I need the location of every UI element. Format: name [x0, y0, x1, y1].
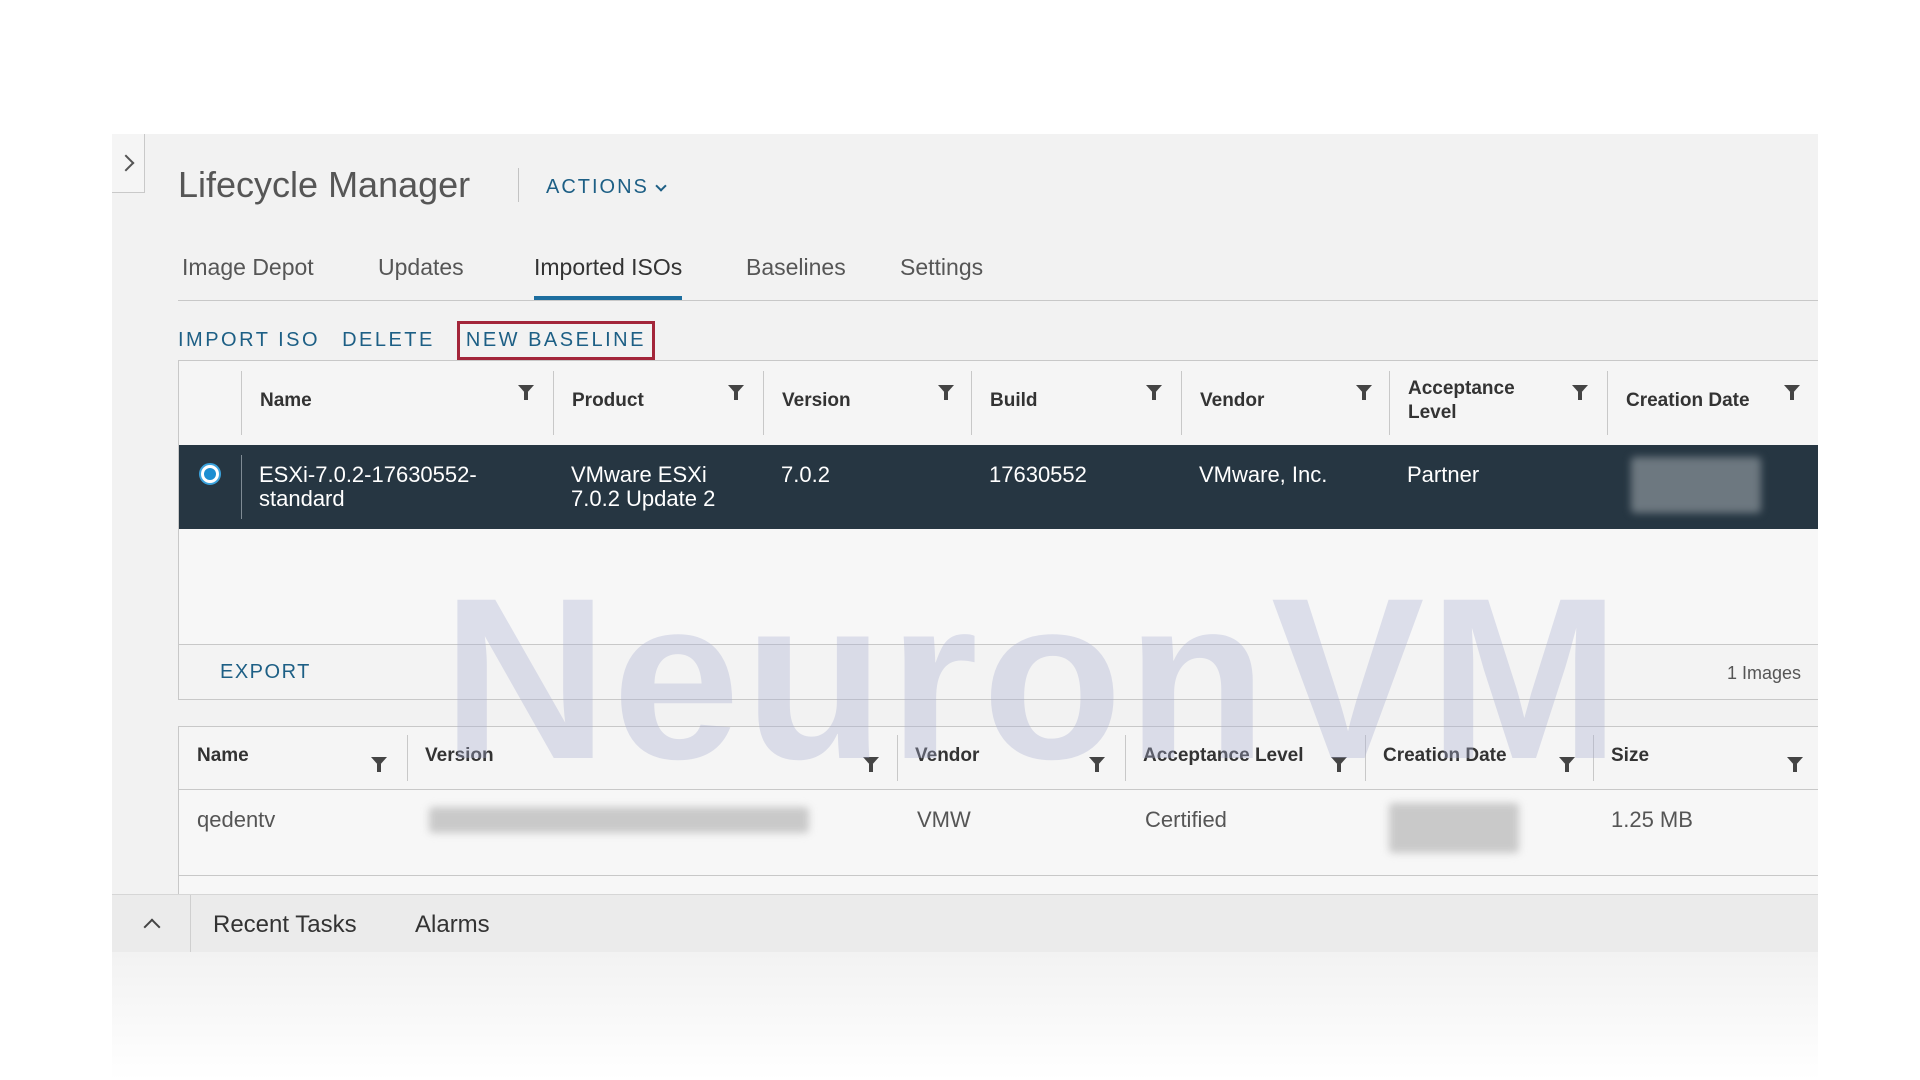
new-baseline-button[interactable]: NEW BASELINE [456, 320, 655, 360]
filter-icon[interactable] [518, 385, 534, 400]
tab-imported-isos[interactable]: Imported ISOs [534, 254, 683, 300]
column-header-vendor[interactable]: Vendor [897, 735, 1125, 781]
bottom-panel: Recent Tasks Alarms [112, 894, 1818, 952]
export-button[interactable]: EXPORT [220, 661, 311, 684]
page-title: Lifecycle Manager [178, 164, 471, 205]
table-row[interactable]: ESXi-7.0.2-17630552- standard VMware ESX… [179, 445, 1818, 529]
bottom-fade [112, 952, 1818, 1080]
expand-navigator-button[interactable] [112, 134, 145, 193]
cell-build: 17630552 [989, 462, 1087, 487]
filter-icon[interactable] [728, 385, 744, 400]
cell-acceptance-level: Partner [1407, 462, 1480, 487]
column-header-product[interactable]: Product [553, 371, 764, 435]
redacted-version [429, 807, 809, 833]
column-header-build[interactable]: Build [971, 371, 1182, 435]
chevron-down-icon [655, 179, 667, 192]
cell-name: qedentv [197, 807, 276, 832]
filter-icon[interactable] [1784, 385, 1800, 400]
filter-icon[interactable] [1559, 757, 1575, 772]
image-count: 1 Images [1726, 663, 1801, 683]
cell-vendor: VMware, Inc. [1199, 462, 1328, 487]
column-header-acceptance-level[interactable]: Acceptance Level [1125, 735, 1365, 781]
main-panel: Lifecycle Manager ACTIONS Image Depot Up… [112, 134, 1818, 952]
tab-image-depot[interactable]: Image Depot [182, 254, 314, 298]
tab-alarms[interactable]: Alarms [415, 911, 490, 939]
column-header-name[interactable]: Name [179, 735, 407, 781]
redacted-creation-date [1389, 803, 1519, 853]
grid-header: Name Version Vendor Acceptance Level Cre… [179, 727, 1818, 790]
cell-version: 7.0.2 [781, 462, 830, 487]
cell-vendor: VMW [917, 807, 971, 832]
grid-footer: EXPORT 1 Images [179, 644, 1818, 699]
row-divider [241, 455, 242, 519]
iso-toolbar: IMPORT ISO DELETE NEW BASELINE [178, 320, 677, 360]
filter-icon[interactable] [863, 757, 879, 772]
redacted-creation-date [1631, 457, 1761, 513]
tab-recent-tasks[interactable]: Recent Tasks [213, 911, 357, 939]
chevron-right-icon [117, 154, 135, 172]
actions-menu[interactable]: ACTIONS [546, 176, 667, 199]
table-row[interactable]: qedentv VMW Certified 1.25 MB [179, 789, 1818, 876]
delete-button[interactable]: DELETE [342, 329, 435, 352]
column-header-creation-date[interactable]: Creation Date [1365, 735, 1593, 781]
cell-name: ESXi-7.0.2-17630552- standard [259, 462, 477, 511]
filter-icon[interactable] [371, 757, 387, 772]
column-header-vendor[interactable]: Vendor [1181, 371, 1390, 435]
cell-size: 1.25 MB [1611, 807, 1693, 832]
tab-baselines[interactable]: Baselines [746, 254, 846, 298]
filter-icon[interactable] [938, 385, 954, 400]
imported-isos-grid: Name Product Version Build Vendor Accept… [178, 360, 1818, 700]
import-iso-button[interactable]: IMPORT ISO [178, 329, 320, 352]
column-header-creation-date[interactable]: Creation Date [1607, 371, 1818, 435]
title-divider [518, 168, 519, 202]
column-header-version[interactable]: Version [763, 371, 972, 435]
radio-selected-icon[interactable] [199, 463, 221, 485]
filter-icon[interactable] [1089, 757, 1105, 772]
column-header-acceptance-level[interactable]: Acceptance Level [1389, 371, 1608, 435]
cell-product: VMware ESXi 7.0.2 Update 2 [571, 462, 716, 511]
filter-icon[interactable] [1146, 385, 1162, 400]
cell-acceptance-level: Certified [1145, 807, 1227, 832]
tab-bar: Image Depot Updates Imported ISOs Baseli… [178, 254, 1818, 301]
filter-icon[interactable] [1572, 385, 1588, 400]
column-header-name[interactable]: Name [241, 371, 554, 435]
grid-header: Name Product Version Build Vendor Accept… [179, 361, 1818, 446]
actions-label: ACTIONS [546, 176, 649, 198]
filter-icon[interactable] [1356, 385, 1372, 400]
tab-settings[interactable]: Settings [900, 254, 983, 298]
filter-icon[interactable] [1331, 757, 1347, 772]
tab-updates[interactable]: Updates [378, 254, 464, 298]
expand-bottom-panel-button[interactable] [112, 895, 191, 952]
chevron-up-icon [143, 918, 161, 936]
filter-icon[interactable] [1787, 757, 1803, 772]
column-header-version[interactable]: Version [407, 735, 897, 781]
column-header-size[interactable]: Size [1593, 735, 1818, 781]
